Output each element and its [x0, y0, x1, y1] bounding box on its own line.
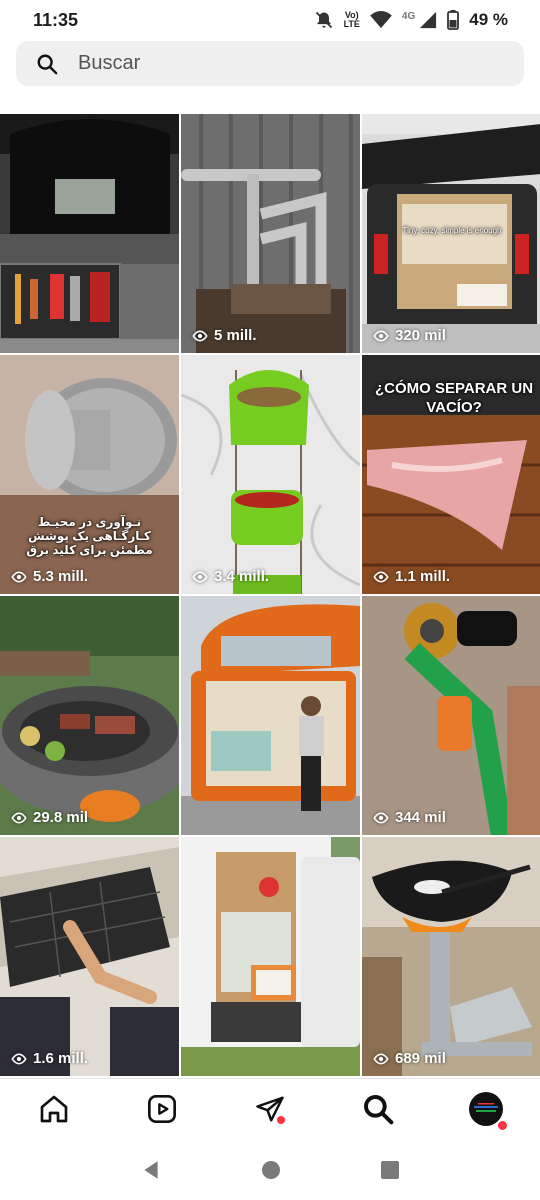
thumbnail-white-van [181, 837, 360, 1076]
grid-tile-roof-net[interactable]: 1.6 mill. [0, 837, 179, 1076]
network-type: 4G [401, 10, 416, 22]
status-bar: 11:35 Vo) LTE 4G 49 % [0, 0, 540, 40]
play-count-icon [11, 1053, 27, 1064]
view-count-text: 29.8 mil [33, 809, 89, 826]
wifi-icon [370, 11, 392, 29]
nav-search[interactable] [351, 1082, 405, 1136]
reels-icon [148, 1094, 176, 1123]
grid-tile-rebar-stand[interactable]: 5 mill. [181, 114, 360, 353]
bell-off-icon [314, 10, 334, 30]
nav-home[interactable] [27, 1082, 81, 1136]
play-count-icon [373, 330, 389, 341]
thumbnail-bbq-grill [0, 596, 179, 835]
thumbnail-orange-van [181, 596, 360, 835]
tile-caption: نـوآوری در محیـط کـارگـاهی یک پوشش مطمئن… [26, 515, 153, 557]
search-placeholder: Buscar [78, 52, 141, 74]
grid-tile-white-van[interactable] [181, 837, 360, 1076]
view-count: 5 mill. [192, 327, 257, 344]
system-nav [0, 1140, 540, 1200]
status-icons: Vo) LTE 4G 49 % [314, 10, 508, 30]
view-count-text: 344 mil [395, 809, 446, 826]
grid-tile-meat-cut[interactable]: ¿CÓMO SEPARAR UN VACÍO? 1.1 mill. [362, 355, 540, 594]
play-count-icon [192, 330, 208, 341]
play-count-icon [11, 571, 27, 582]
play-count-icon [373, 812, 389, 823]
recents-icon[interactable] [380, 1160, 400, 1180]
notification-dot [498, 1120, 507, 1130]
play-count-icon [11, 812, 27, 823]
nav-profile[interactable] [459, 1082, 513, 1136]
view-count-text: 5.3 mill. [33, 568, 89, 585]
view-count: 689 mil [373, 1050, 446, 1067]
battery-percent: 49 % [469, 10, 508, 29]
view-count-text: 1.6 mill. [33, 1050, 89, 1067]
thumbnail-angle-grinder [362, 596, 540, 835]
home-icon [40, 1095, 68, 1122]
grid-tile-camper-van[interactable]: Tiny, cozy, simple is enough 320 mil [362, 114, 540, 353]
search-icon [364, 1094, 394, 1124]
search-bar[interactable]: Buscar [16, 41, 524, 86]
thumbnail-roof-net [0, 837, 179, 1076]
view-count: 29.8 mil [11, 809, 88, 826]
view-count: 320 mil [373, 327, 446, 344]
play-count-icon [373, 1053, 389, 1064]
view-count: 3.4 mill. [192, 568, 269, 585]
grid-tile-bbq-grill[interactable]: 29.8 mil [0, 596, 179, 835]
view-count: 344 mil [373, 809, 446, 826]
view-count: 1.6 mill. [11, 1050, 88, 1067]
thumbnail-rebar-stand [181, 114, 360, 353]
play-count-icon [373, 571, 389, 582]
grid-tile-orange-van[interactable] [181, 596, 360, 835]
view-count-text: 5 mill. [214, 327, 257, 344]
grid-tile-pipe-cap[interactable]: نـوآوری در محیـط کـارگـاهی یک پوشش مطمئن… [0, 355, 179, 594]
view-count-text: 689 mil [395, 1050, 446, 1067]
tile-caption: Tiny, cozy, simple is enough [402, 226, 502, 235]
home-circle-icon[interactable] [261, 1160, 281, 1180]
grid-tile-angle-grinder[interactable]: 344 mil [362, 596, 540, 835]
view-count: 1.1 mill. [373, 568, 450, 585]
explore-grid: 5 mill. Tiny, cozy, simple is enough 320… [0, 114, 540, 1076]
bottom-nav [0, 1078, 540, 1138]
play-count-icon [192, 571, 208, 582]
battery-icon [447, 10, 460, 30]
nav-reels[interactable] [135, 1082, 189, 1136]
lte-label: LTE [343, 19, 360, 29]
nav-direct[interactable] [243, 1082, 297, 1136]
thumbnail-hanging-baskets [181, 355, 360, 594]
grid-tile-wok-stove[interactable]: 689 mil [362, 837, 540, 1076]
view-count-text: 3.4 mill. [214, 568, 270, 585]
grid-tile-van-tools[interactable] [0, 114, 179, 353]
view-count-text: 1.1 mill. [395, 568, 451, 585]
back-icon[interactable] [140, 1159, 162, 1181]
view-count: 5.3 mill. [11, 568, 88, 585]
search-icon [36, 53, 58, 75]
signal-icon [419, 11, 437, 29]
thumbnail-wok-stove [362, 837, 540, 1076]
thumbnail-pipe-cap [0, 355, 179, 594]
view-count-text: 320 mil [395, 327, 446, 344]
status-time: 11:35 [33, 9, 79, 30]
grid-tile-hanging-baskets[interactable]: 3.4 mill. [181, 355, 360, 594]
tile-caption: ¿CÓMO SEPARAR UN VACÍO? [374, 380, 534, 416]
notification-dot [277, 1115, 285, 1124]
thumbnail-van-tools [0, 114, 179, 353]
volte-indicator: Vo) LTE [344, 11, 360, 29]
